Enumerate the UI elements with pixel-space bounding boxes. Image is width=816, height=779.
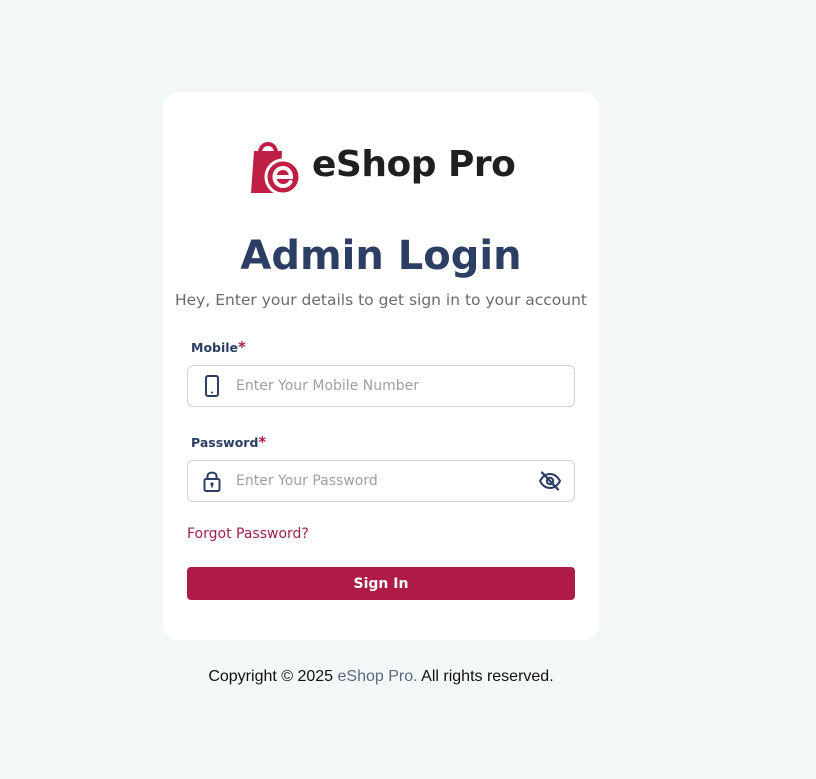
required-mark: * [258, 433, 267, 451]
login-card: eShop Pro Admin Login Hey, Enter your de… [163, 92, 599, 640]
page-subtitle: Hey, Enter your details to get sign in t… [174, 291, 587, 309]
forgot-password-link[interactable]: Forgot Password? [187, 525, 309, 543]
sign-in-button[interactable]: Sign In [187, 567, 575, 600]
footer-copyright: Copyright © 2025 eShop Pro. All rights r… [163, 667, 599, 687]
mobile-input[interactable] [236, 366, 516, 406]
lock-icon [203, 471, 221, 492]
mobile-field[interactable] [187, 365, 575, 407]
required-mark: * [238, 338, 246, 356]
brand-logo: eShop Pro [250, 135, 516, 195]
footer-brand-link[interactable]: eShop Pro. [338, 668, 418, 685]
eye-slash-icon[interactable] [538, 470, 562, 492]
copyright-prefix: Copyright © 2025 [208, 668, 338, 685]
shopping-bag-e-icon [251, 142, 302, 195]
brand-name: eShop Pro [312, 144, 516, 185]
password-input[interactable] [236, 461, 516, 501]
page-title: Admin Login [240, 233, 522, 279]
password-field[interactable] [187, 460, 575, 502]
password-label: Password* [191, 434, 266, 451]
password-label-text: Password [191, 435, 259, 450]
copyright-suffix: All rights reserved. [417, 668, 554, 685]
mobile-phone-icon [205, 375, 219, 397]
mobile-label-text: Mobile [191, 340, 239, 355]
mobile-label: Mobile* [191, 339, 246, 356]
